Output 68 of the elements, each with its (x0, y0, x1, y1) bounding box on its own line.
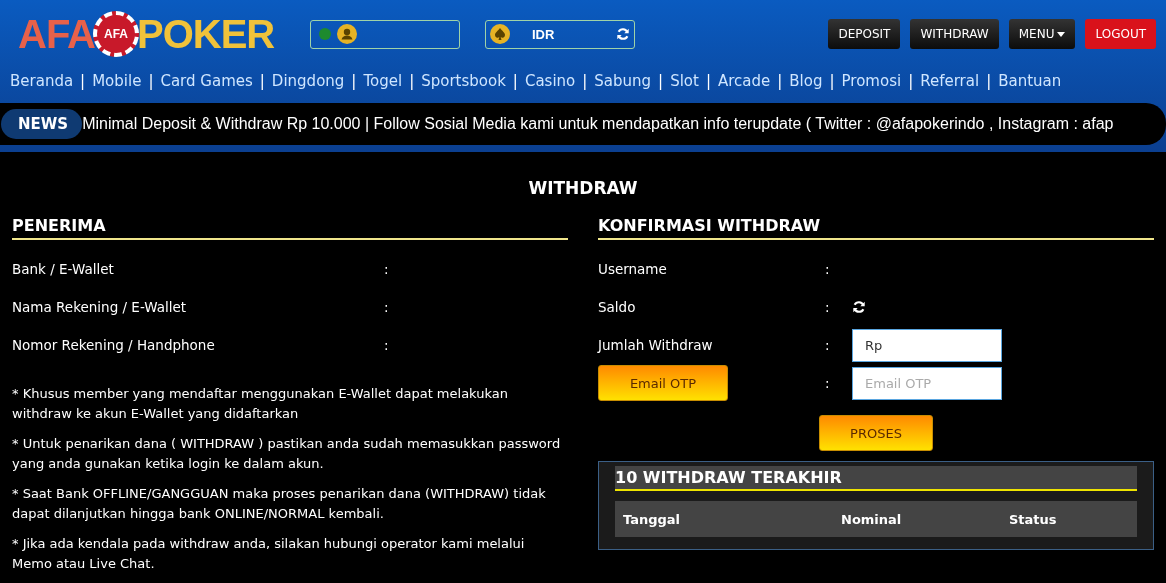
field-label: Username (598, 261, 668, 277)
column-header: Nominal (841, 511, 903, 527)
colon: : (825, 375, 831, 391)
submit-button[interactable]: PROSES (819, 415, 933, 451)
nav-separator: | (986, 72, 992, 90)
header-button[interactable]: LOGOUT (1085, 19, 1156, 49)
note-text: * Jika ada kendala pada withdraw anda, silakan hubungi operator kami melalui Memo atau Live Chat. (12, 535, 526, 573)
user-icon (337, 24, 357, 44)
nav-separator: | (351, 72, 357, 90)
amount-input[interactable]: Rp (852, 328, 1002, 362)
nav-separator: | (658, 72, 664, 90)
nav-separator: | (829, 72, 835, 90)
nav-link[interactable]: Card Games (160, 72, 253, 90)
column-header: Tanggal (623, 511, 682, 527)
column-header: Status (1009, 511, 1057, 527)
field-label: Saldo (598, 299, 637, 315)
header-button[interactable]: WITHDRAW (910, 19, 999, 49)
colon: : (384, 337, 390, 353)
email-otp-button[interactable]: Email OTP (598, 365, 728, 401)
section-title: PENERIMA (12, 216, 568, 240)
colon: : (825, 337, 831, 353)
section-title: KONFIRMASI WITHDRAW (598, 216, 1154, 240)
nav-link[interactable]: Sportsbook (421, 72, 506, 90)
nav-link[interactable]: Dingdong (271, 72, 345, 90)
nav-separator: | (705, 72, 711, 90)
nav-link[interactable]: Beranda (10, 72, 74, 90)
field-label: Bank / E-Wallet (12, 261, 115, 277)
nav-separator: | (777, 72, 783, 90)
refresh-icon[interactable] (852, 300, 866, 314)
panel-title: 10 WITHDRAW TERAKHIR (615, 466, 1137, 491)
nav-link[interactable]: Promosi (841, 72, 902, 90)
header-button[interactable]: DEPOSIT (828, 19, 901, 49)
nav-link[interactable]: Mobile (92, 72, 142, 90)
nav-link[interactable]: Arcade (717, 72, 771, 90)
nav-separator: | (582, 72, 588, 90)
nav-link[interactable]: Bantuan (998, 72, 1062, 90)
news-text: Minimal Deposit & Withdraw Rp 10.000 | Follow Sosial Media kami untuk mendapatkan info terupdate ( Twitter : @afapokerindo , Instagram : afap (82, 115, 1114, 133)
refresh-icon[interactable] (616, 27, 630, 41)
nav-link[interactable]: Casino (524, 72, 576, 90)
spade-icon (490, 24, 510, 44)
page-title: WITHDRAW (527, 178, 639, 198)
nav-separator: | (512, 72, 518, 90)
nav-link[interactable]: Blog (789, 72, 823, 90)
nav-separator: | (148, 72, 154, 90)
currency-label: IDR (532, 26, 556, 42)
nav-separator: | (409, 72, 415, 90)
field-label: Nomor Rekening / Handphone (12, 337, 216, 353)
nav-link[interactable]: Togel (363, 72, 403, 90)
caret-icon (1057, 31, 1066, 37)
colon: : (825, 299, 831, 315)
field-label: Nama Rekening / E-Wallet (12, 299, 188, 315)
colon: : (384, 299, 390, 315)
news-label: NEWS (1, 109, 83, 139)
otp-input[interactable]: Email OTP (852, 366, 1002, 400)
nav-separator: | (80, 72, 86, 90)
nav-separator: | (908, 72, 914, 90)
colon: : (825, 261, 831, 277)
logo[interactable]: AFA AFA POKER (18, 11, 310, 57)
note-text: * Untuk penarikan dana ( WITHDRAW ) pastikan anda sudah memasukkan password yang anda gunakan ketika login ke dalam akun. (12, 435, 562, 473)
note-text: * Khusus member yang mendaftar menggunakan E-Wallet dapat melakukan withdraw ke akun E-Wallet yang didaftarkan (12, 385, 509, 423)
colon: : (384, 261, 390, 277)
nav-link[interactable]: Sabung (594, 72, 652, 90)
note-text: * Saat Bank OFFLINE/GANGGUAN maka proses penarikan dana (WITHDRAW) tidak dapat dilanjutkan hingga bank ONLINE/NORMAL kembali. (12, 485, 547, 523)
nav-separator: | (259, 72, 265, 90)
field-label: Jumlah Withdraw (598, 337, 714, 353)
menu-button[interactable]: MENU (1008, 19, 1076, 49)
nav-link[interactable]: Referral (920, 72, 980, 90)
nav-link[interactable]: Slot (670, 72, 699, 90)
